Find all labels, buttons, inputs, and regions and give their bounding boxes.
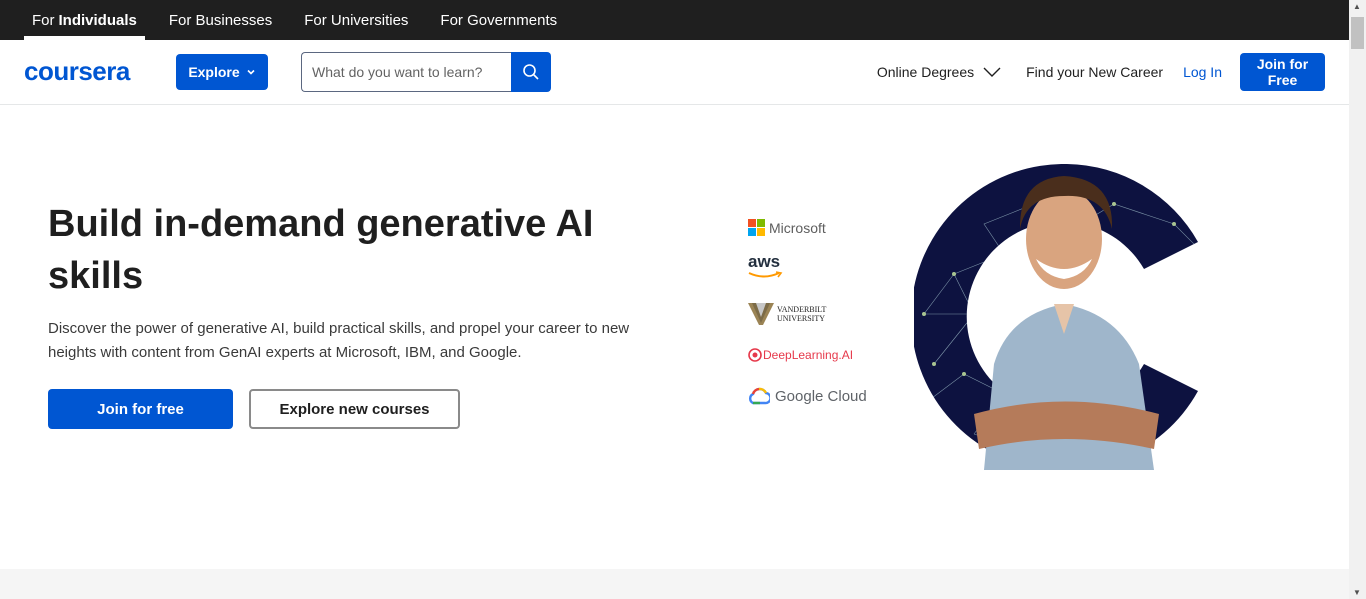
search-button[interactable] bbox=[511, 52, 551, 92]
google-cloud-label: Google Cloud bbox=[775, 387, 867, 405]
tab-governments[interactable]: For Governments bbox=[432, 0, 565, 40]
partner-vanderbilt: VANDERBILT UNIVERSITY bbox=[748, 303, 826, 325]
scrollbar-thumb[interactable] bbox=[1351, 17, 1364, 49]
tab-businesses[interactable]: For Businesses bbox=[161, 0, 280, 40]
vanderbilt-line1: VANDERBILT bbox=[777, 305, 827, 314]
search-bar bbox=[301, 52, 551, 92]
partner-microsoft: Microsoft bbox=[748, 219, 826, 236]
tab-individuals-label: Individuals bbox=[58, 11, 137, 29]
hero-image bbox=[914, 164, 1198, 470]
tab-individuals[interactable]: For Individuals bbox=[24, 0, 145, 40]
microsoft-label: Microsoft bbox=[769, 219, 826, 236]
join-for-free-button[interactable]: Join for free bbox=[48, 389, 233, 429]
tab-individuals-prefix: For bbox=[32, 11, 55, 29]
explore-button[interactable]: Explore bbox=[176, 54, 268, 90]
hero-title: Build in-demand generative AI skills bbox=[48, 203, 594, 297]
aws-smile-icon bbox=[748, 271, 783, 278]
online-degrees-label: Online Degrees bbox=[876, 64, 975, 80]
partner-google-cloud: Google Cloud bbox=[748, 387, 867, 405]
scroll-up-arrow-icon[interactable]: ▲ bbox=[1353, 2, 1361, 11]
audience-bar: For Individuals For Businesses For Unive… bbox=[0, 0, 1349, 40]
partner-deeplearning: DeepLearning.AI bbox=[748, 348, 853, 362]
explore-courses-button[interactable]: Explore new courses bbox=[249, 389, 460, 429]
hero-subtitle: Discover the power of generative AI, bui… bbox=[48, 320, 630, 361]
aws-label: aws bbox=[748, 252, 781, 271]
search-icon bbox=[523, 64, 539, 80]
site-header: coursera Explore Online Degrees Find you… bbox=[0, 40, 1349, 105]
scroll-down-arrow-icon[interactable]: ▼ bbox=[1353, 588, 1361, 597]
find-career-link[interactable]: Find your New Career bbox=[1026, 64, 1163, 80]
tab-universities[interactable]: For Universities bbox=[296, 0, 416, 40]
microsoft-logo-icon bbox=[748, 219, 765, 236]
chevron-down-icon bbox=[247, 69, 255, 75]
online-degrees-menu[interactable]: Online Degrees bbox=[877, 64, 1002, 80]
next-section-band bbox=[0, 569, 1349, 599]
deeplearning-label: DeepLearning.AI bbox=[763, 348, 854, 362]
partner-aws: aws bbox=[748, 253, 784, 279]
deeplearning-logo-icon bbox=[748, 348, 762, 362]
search-input[interactable] bbox=[301, 52, 511, 92]
login-link[interactable]: Log In bbox=[1183, 64, 1222, 80]
vanderbilt-wordmark: VANDERBILT UNIVERSITY bbox=[777, 305, 826, 323]
vanderbilt-v-icon bbox=[748, 303, 774, 325]
vanderbilt-line2: UNIVERSITY bbox=[777, 314, 825, 323]
chevron-down-icon bbox=[983, 67, 1001, 77]
join-button[interactable]: Join for Free bbox=[1240, 53, 1325, 91]
header-nav: Online Degrees Find your New Career Log … bbox=[853, 53, 1325, 91]
explore-label: Explore bbox=[188, 64, 240, 80]
coursera-logo[interactable]: coursera bbox=[24, 56, 130, 87]
page-scrollbar[interactable]: ▲ ▼ bbox=[1349, 0, 1366, 599]
google-cloud-icon bbox=[749, 387, 770, 405]
